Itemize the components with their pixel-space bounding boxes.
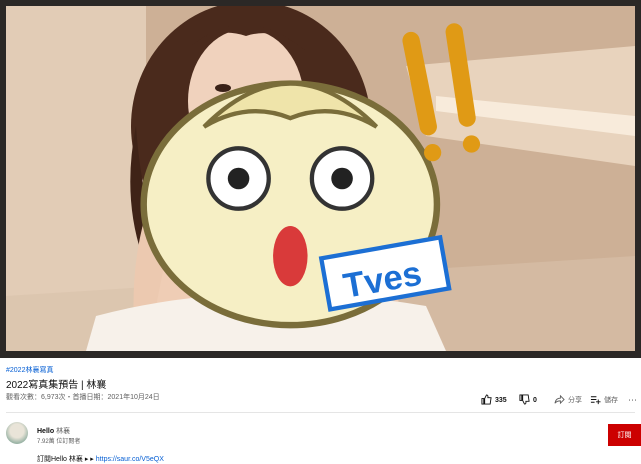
mosaic-sticker-icon: Tves — [140, 23, 481, 329]
playlist-add-icon — [590, 394, 601, 407]
thumbs-down-icon — [519, 393, 530, 407]
more-actions-button[interactable]: ⋯ — [628, 392, 637, 408]
share-arrow-icon — [554, 394, 565, 407]
thumbs-up-icon — [481, 393, 492, 407]
subscriber-count: 7.92萬 位訂閱者 — [37, 439, 81, 445]
save-button[interactable]: 儲存 — [590, 392, 618, 408]
like-button[interactable]: 335 — [481, 392, 507, 408]
save-label: 儲存 — [604, 397, 618, 404]
channel-name[interactable]: Hello 林襄 — [37, 426, 70, 436]
like-count: 335 — [495, 396, 507, 404]
share-label: 分享 — [568, 397, 582, 404]
video-player[interactable]: Tves — [0, 0, 641, 358]
video-title: 2022寫真集預告 | 林襄 — [6, 380, 107, 391]
description-prefix: 訂閱Hello 林襄 ▸ ▸ — [37, 456, 94, 463]
video-frame[interactable]: Tves — [6, 6, 635, 351]
subscribe-button[interactable]: 訂閱 — [608, 424, 641, 446]
divider — [6, 412, 635, 413]
hashtag-link[interactable]: #2022林襄寫真 — [6, 365, 53, 375]
channel-name-text: Hello — [37, 428, 55, 435]
video-meta: 觀看次數：6,973次・首播日期：2021年10月24日 — [6, 394, 160, 401]
channel-name-suffix: 林襄 — [56, 428, 71, 435]
description-link[interactable]: https://saur.co/V5eQX — [96, 456, 164, 463]
more-icon: ⋯ — [628, 394, 637, 405]
dislike-count: 0 — [533, 396, 537, 404]
dislike-button[interactable]: 0 — [519, 392, 537, 408]
channel-avatar[interactable] — [6, 422, 28, 444]
share-button[interactable]: 分享 — [554, 392, 582, 408]
